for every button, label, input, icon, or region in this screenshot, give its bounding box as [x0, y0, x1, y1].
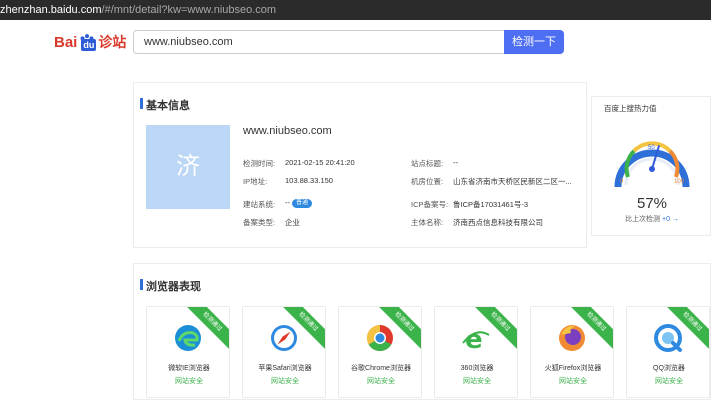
browser-card-safari[interactable]: 检测通过 苹果Safari浏览器 网站安全 [242, 306, 326, 398]
site-thumbnail: 济 [146, 125, 230, 209]
owner-label: 主体名称: [411, 218, 444, 227]
check-time-label: 检测时间: [243, 159, 276, 168]
gauge-compare-label: 比上次检测 [625, 216, 661, 223]
gauge-title: 百度上搜热力值 [604, 104, 657, 113]
ip-label: IP地址: [243, 177, 268, 186]
check-button[interactable]: 检测一下 [504, 30, 564, 54]
gauge-delta: +0 [662, 216, 670, 223]
site-domain: www.niubseo.com [243, 125, 332, 137]
url-path: /#/mnt/detail?kw=www.niubseo.com [101, 4, 277, 16]
edge-icon [175, 325, 201, 351]
gauge-compare: 比上次检测 +0 → [592, 214, 711, 224]
location-label: 机房位置: [411, 177, 444, 186]
qq-browser-icon [654, 324, 682, 352]
basic-info-card: 基本信息 济 www.niubseo.com 检测时间: 2021-02-15 … [133, 82, 587, 248]
browser-card-firefox[interactable]: 检测通过 火狐Firefox浏览器 网站安全 [530, 306, 614, 398]
build-system-value: -- 普通 [285, 198, 313, 208]
gauge-label-max: 100 [674, 179, 685, 185]
browser-name: 360浏览器 [460, 365, 494, 372]
360-browser-icon: e [462, 325, 490, 353]
gauge-hub [649, 166, 655, 172]
build-badge: 普通 [292, 198, 313, 208]
url-host: zhenzhan.baidu.com [0, 4, 102, 16]
gauge-label-mid: 50 [648, 145, 655, 151]
gauge-label-min: 0 [620, 179, 624, 185]
basic-info-title: 基本信息 [140, 97, 190, 113]
gauge-value: 57% [636, 195, 668, 212]
search-input[interactable]: www.niubseo.com [133, 30, 505, 54]
browser-status: 网站安全 [463, 378, 491, 385]
browser-address-bar[interactable]: zhenzhan.baidu.com/#/mnt/detail?kw=www.n… [0, 0, 711, 20]
browser-name: 火狐Firefox浏览器 [544, 365, 602, 372]
browser-name: 苹果Safari浏览器 [258, 365, 312, 372]
build-system-label: 建站系统: [243, 200, 276, 209]
build-system-text: -- [285, 198, 290, 207]
firefox-icon [559, 325, 585, 351]
browser-status: 网站安全 [175, 378, 203, 385]
browser-card-chrome[interactable]: 检测通过 谷歌Chrome浏览器 网站安全 [338, 306, 422, 398]
browser-status: 网站安全 [559, 378, 587, 385]
logo-text-bai: Bai [54, 33, 78, 51]
safari-icon [271, 325, 297, 351]
icp-label: ICP备案号: [411, 200, 449, 209]
check-time-value: 2021-02-15 20:41:20 [285, 158, 355, 167]
arrow-right-icon: → [669, 216, 679, 223]
browser-status: 网站安全 [655, 378, 683, 385]
browser-card-ie[interactable]: 检测通过 微软IE浏览器 网站安全 [146, 306, 230, 398]
heat-gauge: 0 50 100 [614, 141, 690, 188]
browser-status: 网站安全 [367, 378, 395, 385]
heat-gauge-card: 百度上搜热力值 0 50 100 57% 比上次检测 +0 → [591, 96, 711, 236]
browser-name: QQ浏览器 [653, 365, 685, 372]
site-title-label: 站点标题: [411, 159, 444, 168]
browser-card-qq[interactable]: 检测通过 QQ浏览器 网站安全 [626, 306, 710, 398]
owner-value: 济南西点信息科技有限公司 [453, 218, 543, 227]
record-type-label: 备案类型: [243, 218, 276, 227]
browser-performance-title: 浏览器表现 [140, 278, 201, 294]
logo-text-zhenzhan: 诊站 [98, 34, 127, 50]
icp-value: 鲁ICP备17031461号-3 [453, 200, 529, 209]
browser-status: 网站安全 [271, 378, 299, 385]
location-value: 山东省济南市天桥区民新区二区一... [453, 177, 572, 186]
browser-name: 微软IE浏览器 [168, 365, 210, 372]
chrome-icon [366, 324, 393, 352]
ip-value: 103.88.33.150 [285, 176, 333, 185]
browser-card-360[interactable]: 检测通过 e 360浏览器 网站安全 [434, 306, 518, 398]
record-type-value: 企业 [285, 218, 300, 227]
logo-text-du: du [81, 39, 97, 51]
baidu-zhenzhan-logo[interactable]: Bai du 诊站 [54, 30, 126, 54]
browser-performance-card: 浏览器表现 检测通过 微软IE浏览器 网站安全 检测通过 苹果Safari浏览器… [133, 263, 711, 400]
site-title-value: -- [453, 158, 458, 167]
browser-name: 谷歌Chrome浏览器 [351, 365, 411, 372]
